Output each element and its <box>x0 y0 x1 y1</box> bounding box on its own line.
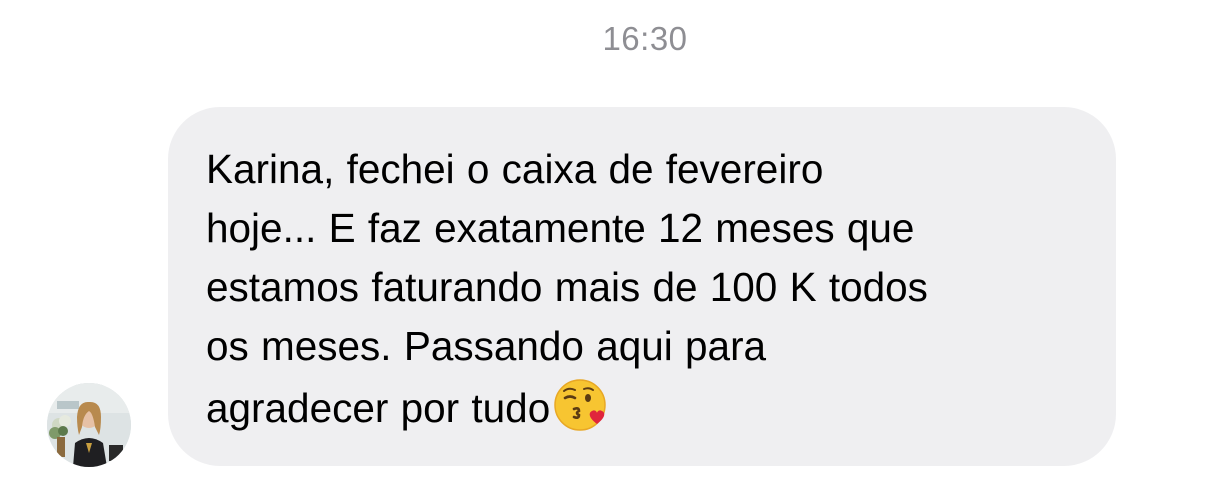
message-bubble[interactable]: Karina, fechei o caixa de fevereiro hoje… <box>168 107 1116 466</box>
face-blowing-kiss-emoji-icon <box>552 376 610 434</box>
incoming-message-row: Karina, fechei o caixa de fevereiro hoje… <box>0 0 1214 501</box>
sender-avatar[interactable] <box>47 383 131 467</box>
avatar-photo-icon <box>47 383 131 467</box>
message-text: Karina, fechei o caixa de fevereiro hoje… <box>206 140 1086 438</box>
